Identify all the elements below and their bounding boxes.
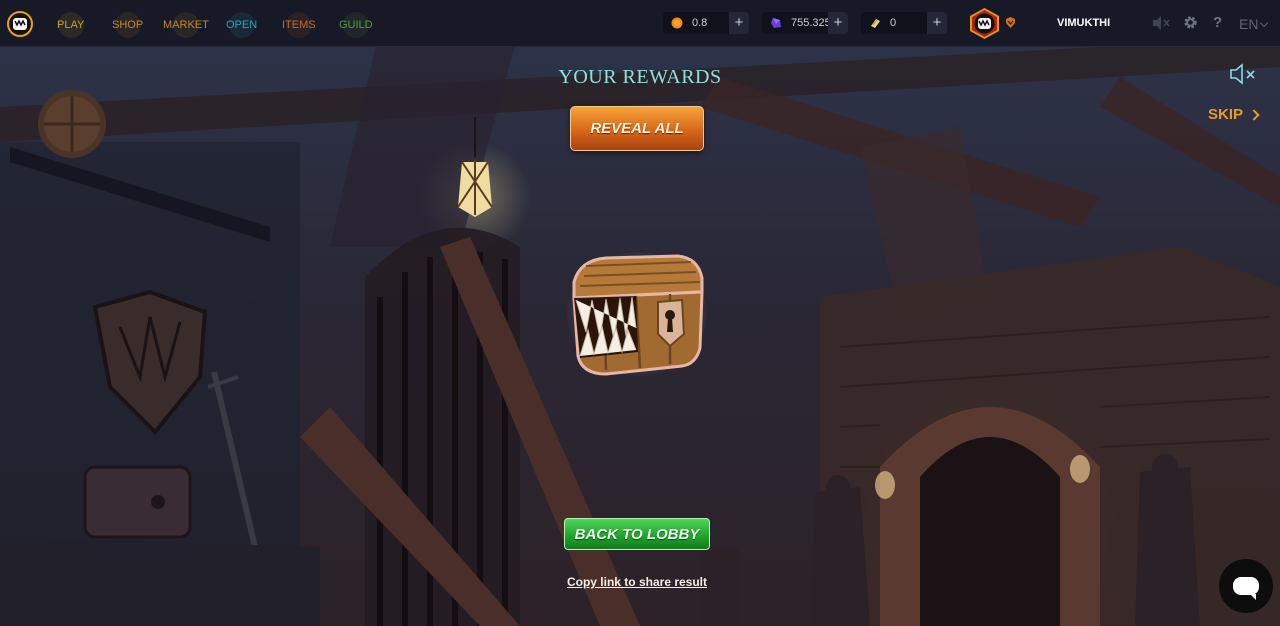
purple-gem-icon	[771, 18, 781, 28]
ticket-balance-value: 0	[890, 17, 897, 29]
chest-monster-avatar-icon[interactable]	[968, 7, 1001, 40]
top-bar: PLAY SHOP MARKET OPEN ITEMS GUILD 0.8 +	[0, 0, 1280, 47]
chevron-down-icon[interactable]	[1259, 18, 1269, 28]
speaker-muted-icon[interactable]	[1152, 15, 1170, 31]
rank-badge-icon	[1006, 17, 1015, 28]
gem-balance: 755.325 +	[762, 12, 848, 34]
nav-market[interactable]: MARKET	[163, 12, 209, 38]
chat-bubble-icon	[1233, 577, 1259, 600]
monster-treasure-chest-icon[interactable]	[566, 252, 708, 376]
rewards-title: YOUR REWARDS	[558, 66, 722, 88]
app-logo-icon[interactable]	[7, 11, 33, 37]
add-coin-button[interactable]: +	[729, 12, 749, 34]
chevron-right-icon	[1248, 108, 1260, 121]
gem-balance-value: 755.325	[791, 17, 831, 29]
coin-balance-value: 0.8	[692, 17, 708, 29]
reveal-all-button[interactable]: REVEAL ALL	[570, 106, 704, 151]
speaker-muted-icon[interactable]	[1229, 63, 1257, 85]
gear-icon[interactable]	[1183, 15, 1198, 30]
username[interactable]: VIMUKTHI	[1057, 17, 1110, 29]
back-to-lobby-button[interactable]: BACK TO LOBBY	[564, 518, 710, 550]
nav-guild[interactable]: GUILD	[339, 12, 373, 38]
add-gem-button[interactable]: +	[828, 12, 848, 34]
copy-share-link[interactable]: Copy link to share result	[0, 575, 1274, 589]
coin-balance: 0.8 +	[663, 12, 749, 34]
add-ticket-button[interactable]: +	[927, 12, 947, 34]
nav-play-label: PLAY	[57, 19, 85, 31]
nav-market-label: MARKET	[163, 19, 209, 31]
nav-shop[interactable]: SHOP	[112, 12, 144, 38]
ticket-icon	[871, 19, 880, 28]
skip-button[interactable]: SKIP	[1208, 106, 1260, 123]
language-selector[interactable]: EN	[1239, 16, 1258, 32]
nav-shop-label: SHOP	[112, 19, 144, 31]
support-chat-button[interactable]	[1219, 559, 1273, 613]
nav-open[interactable]: OPEN	[226, 12, 258, 38]
nav-items-label: ITEMS	[282, 19, 316, 31]
ticket-balance: 0 +	[861, 12, 947, 34]
rewards-scene: YOUR REWARDS REVEAL ALL SKIP BACK TO LOB…	[0, 47, 1280, 626]
nav-guild-label: GUILD	[339, 19, 373, 31]
skip-label: SKIP	[1208, 106, 1244, 123]
nav-open-label: OPEN	[226, 19, 258, 31]
nav-play[interactable]: PLAY	[57, 12, 85, 38]
nav-items[interactable]: ITEMS	[282, 12, 316, 38]
gold-coin-icon	[671, 17, 683, 29]
help-icon[interactable]: ?	[1213, 14, 1222, 31]
